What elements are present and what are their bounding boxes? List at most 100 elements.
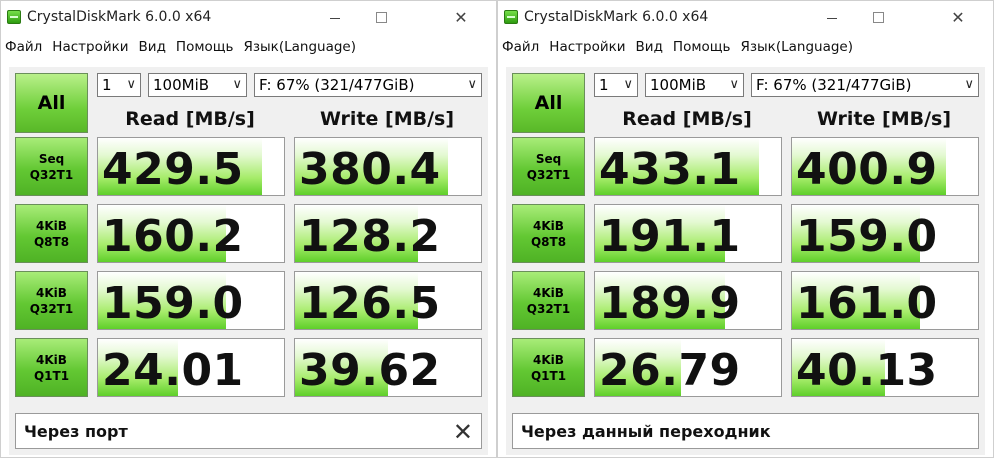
drive-select[interactable]: F: 67% (321/477GiB) ∨	[751, 73, 979, 97]
write-result-4k-q1t1: 40.13	[791, 338, 979, 397]
test-seq-q32t1-button[interactable]: Seq Q32T1	[15, 137, 88, 196]
read-value: 160.2	[102, 211, 244, 262]
test-label-line1: Seq	[535, 151, 562, 166]
test-size-select[interactable]: 100MiB ∨	[645, 73, 744, 97]
write-result-seq-q32t1: 380.4	[294, 137, 482, 196]
menu-file[interactable]: Файл	[5, 39, 48, 55]
read-result-seq-q32t1: 433.1	[594, 137, 782, 196]
maximize-icon	[375, 11, 387, 23]
comment-field[interactable]: Через порт ✕	[15, 413, 482, 449]
chevron-down-icon: ∨	[467, 77, 477, 92]
read-result-4k-q32t1: 159.0	[97, 271, 285, 330]
test-label-line2: Q8T8	[530, 234, 567, 249]
test-4k-q32t1-button[interactable]: 4KiB Q32T1	[15, 271, 88, 330]
write-value: 161.0	[796, 278, 938, 329]
menu-file[interactable]: Файл	[502, 39, 545, 55]
test-label-line1: Seq	[38, 151, 65, 166]
chevron-down-icon: ∨	[623, 77, 633, 92]
minimize-button[interactable]	[312, 1, 358, 33]
comment-field[interactable]: Через данный переходник	[512, 413, 979, 449]
test-count-value: 1	[599, 76, 609, 94]
write-result-4k-q32t1: 126.5	[294, 271, 482, 330]
test-label-line1: 4KiB	[533, 218, 564, 233]
read-value: 159.0	[102, 278, 244, 329]
benchmark-panel: All 1 ∨ 100MiB ∨ F: 67% (321/477GiB) ∨ R…	[9, 67, 488, 455]
menu-language[interactable]: Язык(Language)	[740, 39, 859, 55]
cdm-window-left: CrystalDiskMark 6.0.0 x64 ✕ Файл Настрой…	[0, 0, 497, 458]
read-result-4k-q1t1: 26.79	[594, 338, 782, 397]
read-result-seq-q32t1: 429.5	[97, 137, 285, 196]
test-4k-q1t1-button[interactable]: 4KiB Q1T1	[15, 338, 88, 397]
test-label-line2: Q8T8	[33, 234, 70, 249]
menu-settings[interactable]: Настройки	[549, 39, 631, 55]
app-icon	[7, 10, 21, 24]
test-label-line2: Q1T1	[530, 368, 567, 383]
read-value: 24.01	[102, 345, 244, 396]
chevron-down-icon: ∨	[232, 77, 242, 92]
read-result-4k-q8t8: 191.1	[594, 204, 782, 263]
test-4k-q1t1-button[interactable]: 4KiB Q1T1	[512, 338, 585, 397]
chevron-down-icon: ∨	[964, 77, 974, 92]
test-label-line2: Q32T1	[29, 301, 74, 316]
write-value: 128.2	[299, 211, 441, 262]
test-size-select[interactable]: 100MiB ∨	[148, 73, 247, 97]
test-label-line2: Q32T1	[29, 167, 74, 182]
menu-view[interactable]: Вид	[636, 39, 669, 55]
read-value: 191.1	[599, 211, 741, 262]
minimize-button[interactable]	[809, 1, 855, 33]
app-icon	[504, 10, 518, 24]
read-column-header: Read [MB/s]	[125, 108, 255, 130]
read-result-4k-q1t1: 24.01	[97, 338, 285, 397]
write-value: 380.4	[299, 144, 441, 195]
clear-icon[interactable]: ✕	[453, 418, 473, 446]
write-result-4k-q1t1: 39.62	[294, 338, 482, 397]
read-value: 189.9	[599, 278, 741, 329]
test-size-value: 100MiB	[650, 76, 707, 94]
test-4k-q8t8-button[interactable]: 4KiB Q8T8	[15, 204, 88, 263]
write-column-header: Write [MB/s]	[319, 108, 455, 130]
maximize-button[interactable]	[358, 1, 404, 33]
test-label-line1: 4KiB	[36, 352, 67, 367]
read-value: 429.5	[102, 144, 244, 195]
title-bar[interactable]: CrystalDiskMark 6.0.0 x64 ✕	[1, 1, 496, 35]
maximize-button[interactable]	[855, 1, 901, 33]
window-title: CrystalDiskMark 6.0.0 x64	[27, 9, 212, 25]
cdm-window-right: CrystalDiskMark 6.0.0 x64 ✕ Файл Настрой…	[497, 0, 994, 458]
test-count-select[interactable]: 1 ∨	[97, 73, 141, 97]
maximize-icon	[872, 11, 884, 23]
all-button[interactable]: All	[512, 73, 585, 133]
comment-text: Через порт	[24, 421, 128, 441]
menu-help[interactable]: Помощь	[673, 39, 737, 55]
test-4k-q8t8-button[interactable]: 4KiB Q8T8	[512, 204, 585, 263]
write-value: 39.62	[299, 345, 441, 396]
menu-bar: Файл Настройки Вид Помощь Язык(Language)	[498, 35, 993, 59]
test-size-value: 100MiB	[153, 76, 210, 94]
comment-text: Через данный переходник	[521, 421, 771, 441]
chevron-down-icon: ∨	[729, 77, 739, 92]
test-count-value: 1	[102, 76, 112, 94]
test-label-line1: 4KiB	[533, 285, 564, 300]
close-button[interactable]: ✕	[438, 1, 484, 33]
write-value: 126.5	[299, 278, 441, 329]
test-4k-q32t1-button[interactable]: 4KiB Q32T1	[512, 271, 585, 330]
menu-help[interactable]: Помощь	[176, 39, 240, 55]
menu-settings[interactable]: Настройки	[52, 39, 134, 55]
read-column-header: Read [MB/s]	[622, 108, 752, 130]
test-seq-q32t1-button[interactable]: Seq Q32T1	[512, 137, 585, 196]
menu-view[interactable]: Вид	[139, 39, 172, 55]
write-result-4k-q8t8: 128.2	[294, 204, 482, 263]
menu-language[interactable]: Язык(Language)	[243, 39, 362, 55]
all-button[interactable]: All	[15, 73, 88, 133]
chevron-down-icon: ∨	[126, 77, 136, 92]
title-bar[interactable]: CrystalDiskMark 6.0.0 x64 ✕	[498, 1, 993, 35]
menu-bar: Файл Настройки Вид Помощь Язык(Language)	[1, 35, 496, 59]
window-title: CrystalDiskMark 6.0.0 x64	[524, 9, 709, 25]
close-button[interactable]: ✕	[935, 1, 981, 33]
drive-select[interactable]: F: 67% (321/477GiB) ∨	[254, 73, 482, 97]
write-result-4k-q8t8: 159.0	[791, 204, 979, 263]
test-label-line2: Q32T1	[526, 167, 571, 182]
benchmark-panel: All 1 ∨ 100MiB ∨ F: 67% (321/477GiB) ∨ R…	[506, 67, 985, 455]
test-count-select[interactable]: 1 ∨	[594, 73, 638, 97]
close-icon: ✕	[951, 7, 965, 27]
write-value: 159.0	[796, 211, 938, 262]
